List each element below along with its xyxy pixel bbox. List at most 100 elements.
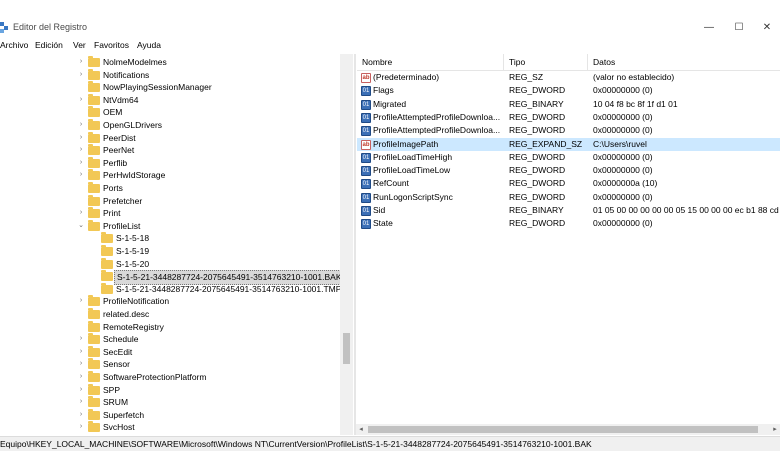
- chevron-right-icon[interactable]: ›: [77, 169, 85, 182]
- minimize-button[interactable]: —: [696, 19, 722, 37]
- tree-item[interactable]: OEM: [0, 106, 340, 119]
- list-row[interactable]: 01 ProfileAttemptedProfileDownloa... REG_D…: [357, 124, 780, 137]
- folder-icon: [88, 371, 100, 382]
- tree-item[interactable]: › Sensor: [0, 358, 340, 371]
- chevron-right-icon[interactable]: ›: [77, 207, 85, 220]
- registry-tree[interactable]: › NolmeModelmes › Notifications NowPlayingSe…: [0, 54, 354, 435]
- chevron-right-icon[interactable]: ›: [77, 56, 85, 69]
- column-separator[interactable]: [587, 54, 588, 70]
- chevron-right-icon[interactable]: ›: [77, 94, 85, 107]
- tree-item[interactable]: ⌄ ProfileList: [0, 219, 340, 233]
- menu-ayuda[interactable]: Ayuda: [137, 40, 161, 50]
- binary-value-icon: 01: [361, 166, 371, 177]
- chevron-right-icon[interactable]: ›: [77, 384, 85, 397]
- value-name: RefCount: [373, 178, 409, 189]
- tree-item[interactable]: › NtVdm64: [0, 93, 340, 107]
- column-header-nombre[interactable]: Nombre: [362, 57, 392, 67]
- chevron-right-icon[interactable]: ›: [77, 333, 85, 346]
- tree-item[interactable]: Prefetcher: [0, 194, 340, 208]
- tree-scroll-thumb[interactable]: [343, 333, 350, 364]
- tree-item[interactable]: S-1-5-21-3448287724-2075645491-351476321…: [0, 270, 345, 285]
- tree-item[interactable]: › NolmeModelmes: [0, 56, 340, 69]
- tree-item[interactable]: › PerHwIdStorage: [0, 169, 340, 182]
- tree-item[interactable]: › SvcHost: [0, 421, 340, 434]
- tree-item[interactable]: › SoftwareProtectionPlatform: [0, 371, 340, 384]
- tree-item[interactable]: S-1-5-20: [0, 257, 340, 271]
- tree-item[interactable]: related.desc: [0, 308, 340, 321]
- list-horizontal-scrollbar[interactable]: ◂ ▸: [356, 424, 780, 435]
- folder-icon: [88, 144, 100, 156]
- tree-item-label: related.desc: [103, 309, 150, 319]
- list-row[interactable]: 01 Flags REG_DWORD 0x00000000 (0): [357, 84, 780, 97]
- list-row[interactable]: 01 ProfileLoadTimeLow REG_DWORD 0x00000000 …: [357, 164, 780, 177]
- folder-icon: [101, 245, 113, 256]
- list-row[interactable]: ab (Predeterminado) REG_SZ (valor no establ…: [357, 71, 780, 84]
- chevron-right-icon[interactable]: ›: [77, 421, 85, 434]
- tree-item[interactable]: › Notifications: [0, 68, 340, 82]
- menu-favoritos[interactable]: Favoritos: [94, 40, 129, 50]
- chevron-right-icon[interactable]: ›: [77, 119, 85, 132]
- tree-item-label: S-1-5-21-3448287724-2075645491-351476321…: [116, 283, 342, 294]
- menu-archivo[interactable]: Archivo: [0, 40, 28, 50]
- chevron-right-icon[interactable]: ›: [77, 144, 85, 157]
- chevron-right-icon[interactable]: ›: [77, 346, 85, 359]
- value-name: Sid: [373, 205, 386, 215]
- folder-icon: [88, 106, 100, 118]
- column-header-datos[interactable]: Datos: [593, 57, 615, 67]
- tree-item[interactable]: › ProfileNotification: [0, 295, 340, 308]
- list-row[interactable]: 01 RefCount REG_DWORD 0x0000000a (10): [357, 177, 780, 190]
- list-row[interactable]: 01 RunLogonScriptSync REG_DWORD 0x00000000 …: [357, 191, 780, 204]
- tree-item-label: Notifications: [103, 69, 150, 80]
- tree-item[interactable]: S-1-5-21-3448287724-2075645491-351476321…: [0, 282, 342, 296]
- list-row[interactable]: ab ProfileImagePath REG_EXPAND_SZ C:\Users\…: [357, 137, 780, 151]
- tree-item-label: S-1-5-20: [116, 258, 150, 269]
- tree-item[interactable]: RemoteRegistry: [0, 320, 340, 334]
- scroll-left-icon[interactable]: ◂: [356, 424, 366, 435]
- tree-item[interactable]: › OpenGLDrivers: [0, 119, 340, 132]
- chevron-right-icon[interactable]: ›: [77, 295, 85, 308]
- maximize-button[interactable]: ☐: [726, 19, 752, 37]
- chevron-right-icon[interactable]: ›: [77, 396, 85, 409]
- folder-icon: [88, 194, 100, 206]
- close-button[interactable]: ✕: [754, 19, 780, 37]
- tree-item[interactable]: › PeerDist: [0, 131, 340, 145]
- list-row[interactable]: 01 Migrated REG_BINARY 10 04 f8 bc 8f 1f d1…: [357, 98, 780, 111]
- tree-item[interactable]: Ports: [0, 182, 340, 195]
- menu-edicion[interactable]: Edición: [35, 40, 63, 50]
- column-separator[interactable]: [503, 54, 504, 70]
- tree-item[interactable]: › SPP: [0, 383, 340, 397]
- chevron-right-icon[interactable]: ›: [77, 358, 85, 371]
- column-header-tipo[interactable]: Tipo: [509, 57, 525, 67]
- binary-value-icon: 01: [361, 179, 371, 190]
- tree-item[interactable]: › Superfetch: [0, 408, 340, 422]
- chevron-down-icon[interactable]: ⌄: [77, 220, 85, 233]
- tree-vertical-scrollbar[interactable]: [340, 54, 353, 435]
- tree-item[interactable]: › Perflib: [0, 156, 340, 170]
- chevron-right-icon[interactable]: ›: [77, 157, 85, 170]
- tree-item[interactable]: › SecEdit: [0, 345, 340, 359]
- tree-item[interactable]: S-1-5-19: [0, 245, 340, 258]
- list-row[interactable]: 01 Sid REG_BINARY 01 05 00 00 00 00 00 05 1…: [357, 204, 780, 217]
- tree-item[interactable]: › Print: [0, 207, 340, 220]
- chevron-right-icon[interactable]: ›: [77, 132, 85, 145]
- status-path: Equipo\HKEY_LOCAL_MACHINE\SOFTWARE\Micro…: [0, 439, 592, 449]
- list-row[interactable]: 01 ProfileLoadTimeHigh REG_DWORD 0x00000000…: [357, 151, 780, 164]
- tree-item[interactable]: › Schedule: [0, 333, 340, 346]
- pane-splitter[interactable]: [354, 54, 356, 435]
- folder-icon: [88, 219, 100, 231]
- chevron-right-icon[interactable]: ›: [77, 69, 85, 82]
- scroll-right-icon[interactable]: ▸: [770, 424, 780, 435]
- tree-item[interactable]: NowPlayingSessionManager: [0, 81, 340, 94]
- menu-ver[interactable]: Ver: [73, 40, 86, 50]
- tree-item-label: Prefetcher: [103, 195, 143, 206]
- list-row[interactable]: 01 State REG_DWORD 0x00000000 (0): [357, 217, 780, 230]
- chevron-right-icon[interactable]: ›: [77, 371, 85, 384]
- chevron-right-icon[interactable]: ›: [77, 409, 85, 422]
- tree-item[interactable]: › PeerNet: [0, 144, 340, 157]
- tree-item[interactable]: › SRUM: [0, 396, 340, 409]
- list-row[interactable]: 01 ProfileAttemptedProfileDownloa... REG_D…: [357, 111, 780, 124]
- value-data: 01 05 00 00 00 00 00 05 15 00 00 00 ec b…: [593, 205, 780, 215]
- folder-icon: [88, 207, 100, 219]
- list-scroll-thumb[interactable]: [368, 426, 758, 433]
- tree-item[interactable]: S-1-5-18: [0, 232, 340, 245]
